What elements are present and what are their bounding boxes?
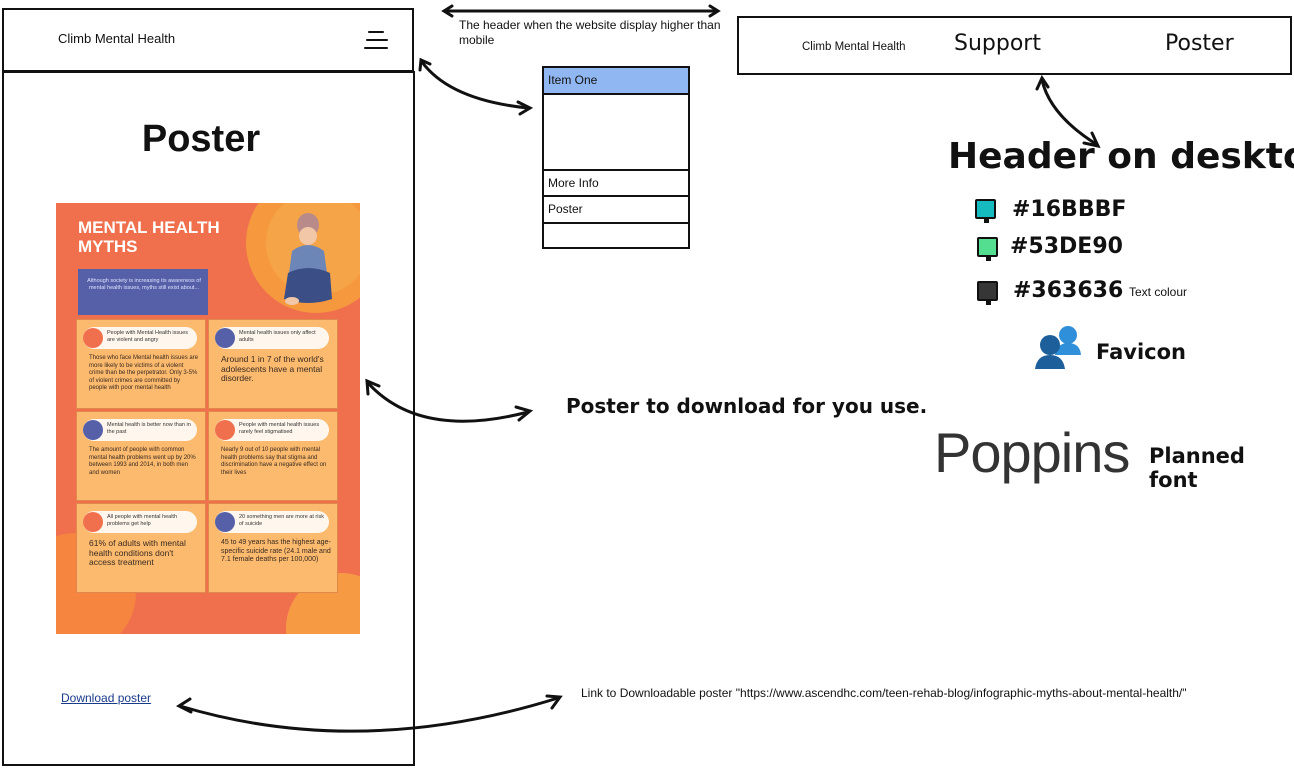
arrow-link-note — [178, 696, 560, 733]
arrow-desktop-header — [1040, 78, 1098, 146]
arrow-poster-note — [366, 381, 530, 423]
arrow-header-to-menu — [420, 60, 530, 110]
annotation-arrows — [175, 4, 1101, 733]
